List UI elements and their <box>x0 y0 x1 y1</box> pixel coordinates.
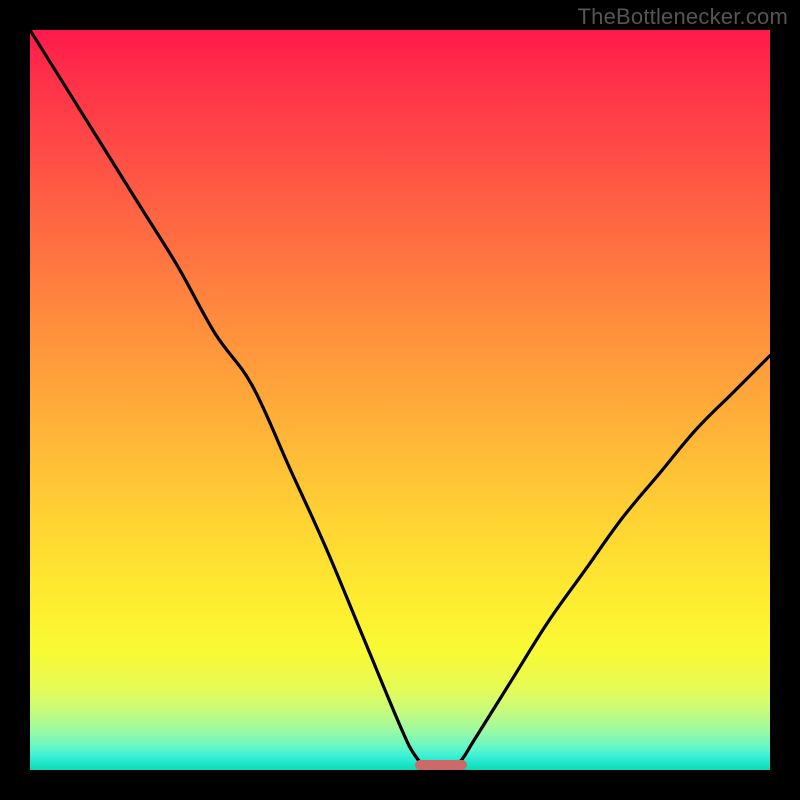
optimal-range-marker <box>415 760 467 770</box>
bottleneck-curve <box>30 30 770 770</box>
watermark-text: TheBottlenecker.com <box>578 4 788 30</box>
chart-frame: TheBottlenecker.com <box>0 0 800 800</box>
plot-area <box>30 30 770 770</box>
